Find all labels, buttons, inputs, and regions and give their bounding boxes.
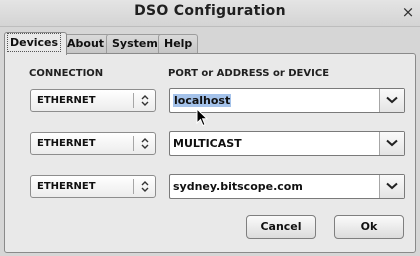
address-dropdown-button-1[interactable] (379, 89, 404, 112)
ok-button[interactable]: Ok (334, 215, 404, 239)
updown-arrows-icon (141, 181, 149, 192)
tab-system-label: System (112, 37, 158, 50)
address-input-3[interactable]: sydney.bitscope.com (173, 180, 303, 193)
connection-column-header: CONNECTION (29, 68, 104, 79)
combo-divider (133, 93, 134, 108)
updown-arrows-icon (141, 138, 149, 149)
connection-select-3[interactable]: ETHERNET (30, 175, 156, 198)
cancel-button[interactable]: Cancel (246, 215, 316, 239)
address-dropdown-button-3[interactable] (379, 175, 404, 198)
connection-select-1[interactable]: ETHERNET (30, 89, 156, 112)
updown-arrows-icon (141, 95, 149, 106)
mouse-pointer-icon (196, 108, 208, 127)
connection-value-3: ETHERNET (37, 181, 96, 192)
address-input-2[interactable]: MULTICAST (173, 137, 242, 150)
connection-select-2[interactable]: ETHERNET (30, 132, 156, 155)
address-dropdown-button-2[interactable] (379, 132, 404, 155)
tab-devices[interactable]: Devices (4, 32, 68, 55)
tab-about-label: About (67, 37, 105, 50)
close-icon[interactable]: × (398, 2, 418, 22)
connection-value-2: ETHERNET (37, 138, 96, 149)
chevron-down-icon (386, 139, 398, 147)
devices-panel: CONNECTION PORT or ADDRESS or DEVICE ETH… (4, 53, 416, 253)
connection-value-1: ETHERNET (37, 95, 96, 106)
title-bar: DSO Configuration × (0, 0, 420, 27)
address-combo-2[interactable]: MULTICAST (169, 131, 405, 156)
address-combo-3[interactable]: sydney.bitscope.com (169, 174, 405, 199)
address-input-1[interactable]: localhost (173, 94, 232, 107)
chevron-down-icon (386, 182, 398, 190)
tab-help[interactable]: Help (158, 34, 199, 53)
tab-help-label: Help (164, 37, 193, 50)
window-title: DSO Configuration (134, 3, 286, 19)
port-column-header: PORT or ADDRESS or DEVICE (168, 68, 330, 79)
combo-divider (133, 136, 134, 151)
chevron-down-icon (386, 96, 398, 104)
tab-system[interactable]: System (106, 34, 164, 53)
tab-devices-label: Devices (7, 33, 62, 52)
tab-about[interactable]: About (61, 34, 111, 53)
combo-divider (133, 179, 134, 194)
